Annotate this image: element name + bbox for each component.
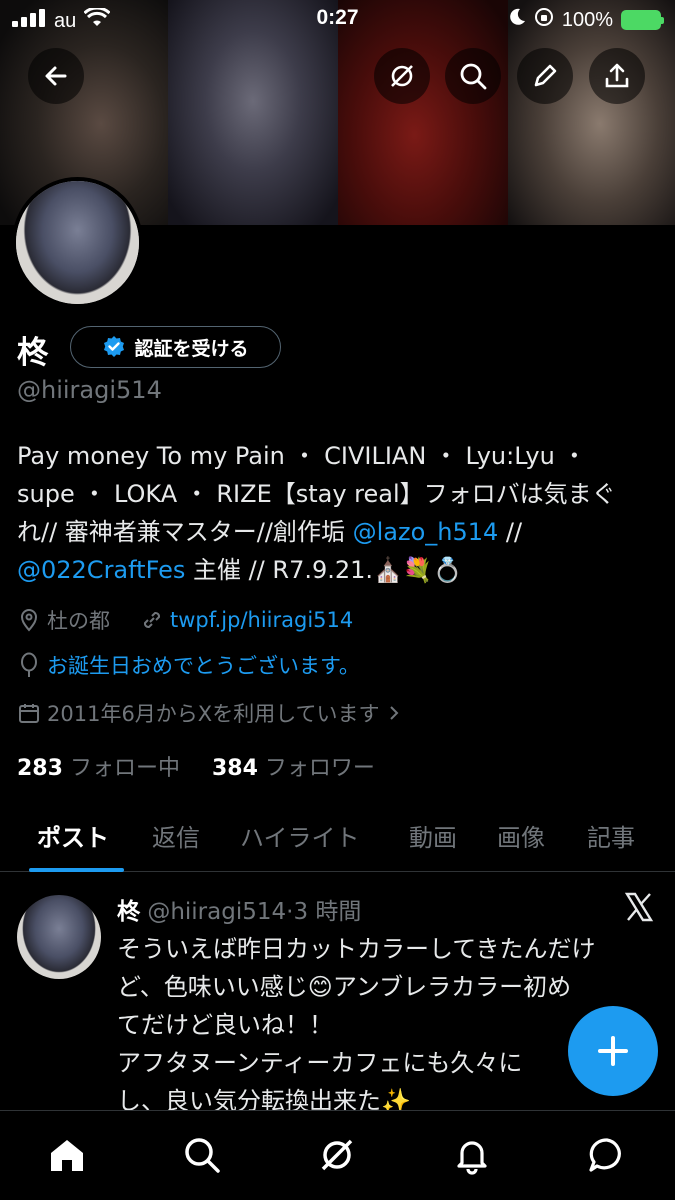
nav-grok[interactable] bbox=[315, 1133, 359, 1177]
post-time[interactable]: 3 時間 bbox=[293, 899, 361, 925]
mention-link-lazo[interactable]: @lazo_h514 bbox=[353, 518, 499, 546]
bio-line: @022CraftFes 主催 // R7.9.21.⛪💐💍 bbox=[17, 551, 657, 589]
status-bar: au 0:27 100% bbox=[0, 0, 675, 38]
avatar-image bbox=[16, 181, 139, 304]
following-link[interactable]: 283 フォロー中 bbox=[17, 756, 180, 781]
tab-highlights[interactable]: ハイライト bbox=[240, 818, 360, 853]
post-line: ど、色味いい感じ😊アンブレラカラー初め bbox=[117, 973, 572, 1001]
profile-tabs: ポスト 返信 ハイライト 動画 画像 記事 bbox=[0, 810, 675, 872]
follow-stats: 283 フォロー中 384 フォロワー bbox=[17, 750, 375, 782]
website-link[interactable]: twpf.jp/hiiragi514 bbox=[170, 608, 353, 632]
tab-media[interactable]: 画像 bbox=[497, 818, 545, 853]
battery-icon bbox=[621, 10, 664, 30]
search-icon bbox=[460, 63, 487, 90]
mention-link-craftfes[interactable]: @022CraftFes bbox=[17, 556, 185, 584]
calendar-icon bbox=[19, 704, 39, 723]
arrow-left-icon bbox=[45, 66, 67, 86]
pencil-icon bbox=[534, 64, 557, 87]
followers-label: フォロワー bbox=[264, 756, 375, 781]
nav-notifications[interactable] bbox=[450, 1133, 494, 1177]
search-button[interactable] bbox=[445, 48, 501, 104]
orientation-lock-icon bbox=[534, 7, 554, 33]
location-row: 杜の都 twpf.jp/hiiragi514 bbox=[17, 605, 353, 635]
birthday-text[interactable]: お誕生日おめでとうございます。 bbox=[47, 650, 360, 680]
following-count: 283 bbox=[17, 756, 63, 781]
back-button[interactable] bbox=[28, 48, 84, 104]
get-verified-label: 認証を受ける bbox=[134, 337, 249, 360]
post-line: そういえば昨日カットカラーしてきたんだけ bbox=[117, 935, 596, 963]
get-verified-button[interactable]: 認証を受ける bbox=[70, 326, 281, 368]
profile-handle: @hiiragi514 bbox=[17, 376, 162, 404]
nav-search[interactable] bbox=[180, 1133, 224, 1177]
grok-icon bbox=[391, 65, 413, 87]
plus-icon bbox=[598, 1036, 628, 1066]
location-text: 杜の都 bbox=[47, 609, 110, 633]
profile-avatar[interactable] bbox=[12, 177, 143, 308]
display-name: 柊 bbox=[17, 335, 48, 371]
bio-line: れ// 審神者兼マスター//創作垢 @lazo_h514 // bbox=[17, 513, 657, 551]
grok-button[interactable] bbox=[374, 48, 430, 104]
bio-text: れ// 審神者兼マスター//創作垢 bbox=[17, 518, 353, 546]
post-header: 柊 @hiiragi514·3 時間 bbox=[117, 892, 361, 926]
post-author-name[interactable]: 柊 bbox=[117, 899, 140, 925]
joined-text: 2011年6月からXを利用しています bbox=[47, 702, 380, 726]
post-x-logo-icon[interactable] bbox=[622, 890, 656, 928]
edit-profile-button[interactable] bbox=[517, 48, 573, 104]
nav-home[interactable] bbox=[45, 1133, 89, 1177]
bio-text: // bbox=[498, 518, 523, 546]
bio-line: Pay money To my Pain ・ CIVILIAN ・ Lyu:Ly… bbox=[17, 442, 587, 470]
tab-videos[interactable]: 動画 bbox=[409, 818, 457, 853]
joined-row[interactable]: 2011年6月からXを利用しています bbox=[17, 698, 402, 728]
compose-post-button[interactable] bbox=[568, 1006, 658, 1096]
active-tab-indicator bbox=[29, 868, 124, 872]
home-icon bbox=[51, 1140, 83, 1171]
search-icon bbox=[185, 1138, 220, 1173]
location-pin-icon bbox=[20, 609, 38, 632]
post-avatar[interactable] bbox=[17, 895, 101, 979]
profile-bio: Pay money To my Pain ・ CIVILIAN ・ Lyu:Ly… bbox=[17, 437, 657, 589]
tab-posts[interactable]: ポスト bbox=[37, 818, 109, 853]
share-button[interactable] bbox=[589, 48, 645, 104]
following-label: フォロー中 bbox=[69, 756, 180, 781]
followers-link[interactable]: 384 フォロワー bbox=[212, 756, 375, 781]
chevron-right-icon bbox=[389, 706, 398, 720]
battery-percent: 100% bbox=[561, 8, 613, 31]
chat-bubble-icon bbox=[589, 1138, 621, 1172]
nav-messages[interactable] bbox=[585, 1133, 629, 1177]
bio-line: supe ・ LOKA ・ RIZE【stay real】フォロバは気まぐ bbox=[17, 480, 616, 508]
verified-badge-icon bbox=[104, 336, 125, 357]
share-icon bbox=[605, 63, 629, 88]
link-icon bbox=[143, 611, 161, 629]
tab-replies[interactable]: 返信 bbox=[152, 818, 200, 853]
followers-count: 384 bbox=[211, 756, 258, 781]
bell-icon bbox=[457, 1141, 487, 1175]
bottom-nav bbox=[0, 1110, 675, 1200]
bio-text: 主催 // R7.9.21.⛪💐💍 bbox=[185, 556, 463, 584]
balloon-icon bbox=[21, 652, 37, 677]
post-author-handle[interactable]: @hiiragi514 bbox=[147, 899, 286, 925]
moon-icon bbox=[508, 8, 526, 32]
birthday-row: お誕生日おめでとうございます。 bbox=[17, 650, 360, 680]
grok-icon bbox=[321, 1139, 353, 1171]
tab-articles[interactable]: 記事 bbox=[587, 818, 635, 853]
